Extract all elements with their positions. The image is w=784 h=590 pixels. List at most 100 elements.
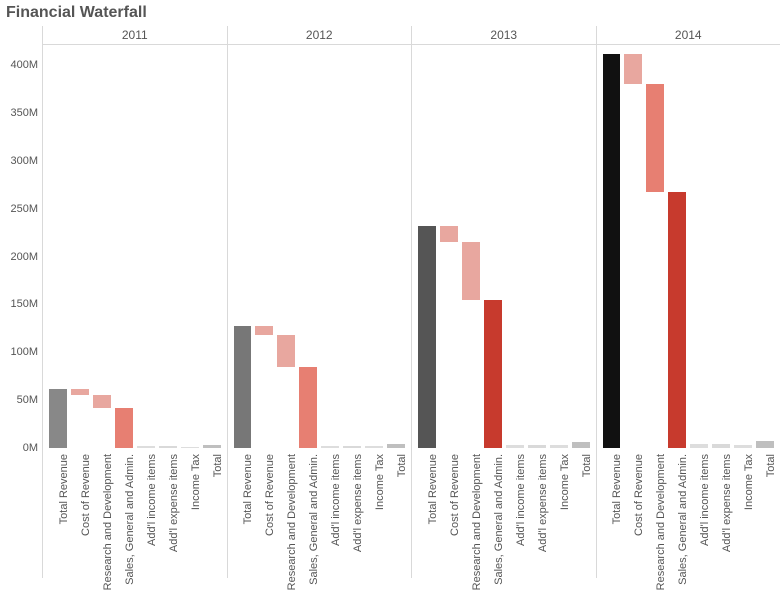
y-tick: 100M (0, 346, 38, 358)
y-tick: 0M (0, 442, 38, 454)
panel-header: 2014 (597, 26, 781, 45)
bar (115, 408, 133, 448)
x-label: Income Tax (732, 450, 754, 578)
bar-column (622, 46, 644, 448)
x-labels: Total RevenueCost of RevenueResearch and… (232, 450, 408, 578)
bar-column (601, 46, 623, 448)
y-tick: 350M (0, 107, 38, 119)
x-label: Total Revenue (47, 450, 69, 578)
bar (712, 444, 730, 448)
bars (601, 46, 777, 448)
bar-column (385, 46, 407, 448)
plot-area (43, 46, 227, 448)
x-label: Research and Development (460, 450, 482, 578)
bar-column (710, 46, 732, 448)
bar (234, 326, 252, 449)
x-label: Total (201, 450, 223, 578)
x-label: Total Revenue (416, 450, 438, 578)
bar (93, 395, 111, 407)
y-tick: 400M (0, 59, 38, 71)
x-labels: Total RevenueCost of RevenueResearch and… (416, 450, 592, 578)
bar-column (482, 46, 504, 448)
x-label: Add'l expense items (526, 450, 548, 578)
plot-area (597, 46, 781, 448)
x-label: Sales, General and Admin. (297, 450, 319, 578)
panel-2011: 2011 Total RevenueCost of RevenueResearch… (42, 26, 227, 578)
bar-column (253, 46, 275, 448)
bar-column (275, 46, 297, 448)
panel-2012: 2012 Total RevenueCost of RevenueResearch… (227, 26, 412, 578)
bar-column (69, 46, 91, 448)
bar-column (570, 46, 592, 448)
x-label: Add'l expense items (157, 450, 179, 578)
bar-column (666, 46, 688, 448)
bar (440, 226, 458, 242)
bar (203, 445, 221, 448)
bars (47, 46, 223, 448)
bar (277, 335, 295, 367)
bar (159, 446, 177, 448)
x-label: Add'l income items (504, 450, 526, 578)
x-label: Add'l expense items (710, 450, 732, 578)
bar (418, 226, 436, 448)
bar-column (341, 46, 363, 448)
bar-column (363, 46, 385, 448)
bar-column (460, 46, 482, 448)
x-label: Add'l expense items (341, 450, 363, 578)
panel-header: 2013 (412, 26, 596, 45)
bar (49, 389, 67, 448)
x-label: Cost of Revenue (253, 450, 275, 578)
y-tick: 150M (0, 298, 38, 310)
x-label: Total (385, 450, 407, 578)
panel-header: 2012 (228, 26, 412, 45)
x-label: Research and Development (644, 450, 666, 578)
x-labels: Total RevenueCost of RevenueResearch and… (601, 450, 777, 578)
bar (624, 54, 642, 85)
x-label: Income Tax (363, 450, 385, 578)
bar-column (416, 46, 438, 448)
x-label: Total Revenue (232, 450, 254, 578)
bar (299, 367, 317, 448)
x-label: Total (754, 450, 776, 578)
bar-column (113, 46, 135, 448)
y-tick: 300M (0, 155, 38, 167)
bar-column (179, 46, 201, 448)
bar (734, 445, 752, 448)
bar-column (201, 46, 223, 448)
x-label: Research and Development (91, 450, 113, 578)
bars (416, 46, 592, 448)
bar (690, 444, 708, 448)
panel-header: 2011 (43, 26, 227, 45)
panel-2014: 2014 Total RevenueCost of RevenueResearch… (596, 26, 781, 578)
bar-column (438, 46, 460, 448)
bar (572, 442, 590, 448)
x-label: Total Revenue (601, 450, 623, 578)
x-label: Cost of Revenue (69, 450, 91, 578)
bar (343, 446, 361, 448)
y-tick: 200M (0, 251, 38, 263)
bar-column (688, 46, 710, 448)
plot-area (228, 46, 412, 448)
bar (387, 444, 405, 448)
bar-column (504, 46, 526, 448)
bar (668, 192, 686, 449)
x-label: Sales, General and Admin. (482, 450, 504, 578)
x-label: Income Tax (548, 450, 570, 578)
bar (365, 446, 383, 448)
bar-column (732, 46, 754, 448)
x-label: Cost of Revenue (438, 450, 460, 578)
x-label: Total (570, 450, 592, 578)
x-label: Sales, General and Admin. (666, 450, 688, 578)
bar (255, 326, 273, 336)
page-title: Financial Waterfall (6, 4, 147, 22)
y-axis: 0M50M100M150M200M250M300M350M400M (0, 46, 42, 448)
x-label: Research and Development (275, 450, 297, 578)
x-label: Add'l income items (688, 450, 710, 578)
y-tick: 50M (0, 394, 38, 406)
y-tick: 250M (0, 203, 38, 215)
bar-column (297, 46, 319, 448)
bar-column (135, 46, 157, 448)
bar-column (754, 46, 776, 448)
bar (71, 389, 89, 396)
bar (181, 447, 199, 448)
